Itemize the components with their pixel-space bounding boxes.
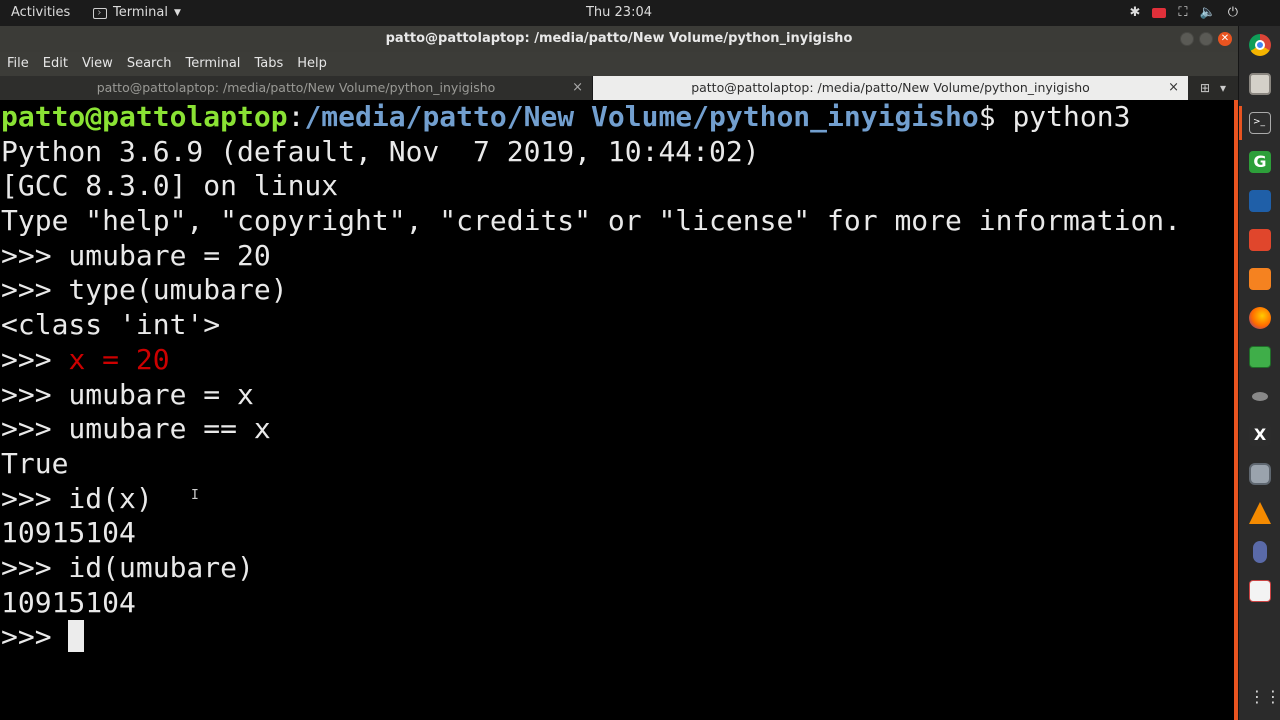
ibeam-cursor-icon: I — [191, 488, 199, 503]
terminal-output[interactable]: patto@pattolaptop:/media/patto/New Volum… — [0, 100, 1234, 720]
output-line: [GCC 8.3.0] on linux — [1, 169, 339, 203]
output-line: 10915104 — [1, 516, 136, 550]
gedit-icon[interactable]: G — [1249, 151, 1271, 173]
menu-search[interactable]: Search — [120, 52, 179, 76]
close-window-button[interactable]: ✕ — [1218, 32, 1232, 46]
output-line: >>> umubare = 20 — [1, 238, 271, 272]
window-controls: ✕ — [1180, 32, 1232, 46]
output-line: >>> id(umubare) — [1, 550, 254, 584]
prompt-line: patto@pattolaptop:/media/patto/New Volum… — [0, 100, 1234, 135]
prompt-separator: : — [287, 100, 305, 133]
output-line: True — [1, 446, 69, 480]
menu-terminal[interactable]: Terminal — [178, 52, 247, 76]
close-icon[interactable]: × — [572, 76, 583, 100]
whiteboard-icon[interactable] — [1249, 580, 1271, 602]
prompt-command: $ python3 — [978, 100, 1131, 133]
microphone-icon[interactable] — [1253, 541, 1267, 563]
clock[interactable]: Thu 23:04 — [0, 0, 1238, 26]
x-app-icon[interactable]: X — [1249, 424, 1271, 446]
volume-icon[interactable]: 🔈 — [1200, 0, 1216, 26]
prompt-path: /media/patto/New Volume/python_inyigisho — [304, 100, 979, 133]
output-line: Type "help", "copyright", "credits" or "… — [1, 204, 1182, 238]
repl-prompt: >>> — [1, 342, 69, 376]
package-icon[interactable] — [1249, 229, 1271, 251]
menu-view[interactable]: View — [75, 52, 120, 76]
maximize-button[interactable] — [1199, 32, 1213, 46]
app-grid-icon[interactable]: ⋮⋮⋮ — [1249, 686, 1280, 708]
camera-icon[interactable] — [1249, 463, 1271, 485]
menu-bar: File Edit View Search Terminal Tabs Help — [0, 52, 1238, 76]
close-icon[interactable]: × — [1168, 76, 1179, 100]
repl-prompt: >>> — [1, 620, 69, 654]
power-icon[interactable]: ⏻ — [1228, 0, 1238, 26]
firefox-icon[interactable] — [1249, 307, 1271, 329]
menu-edit[interactable]: Edit — [36, 52, 75, 76]
menu-help[interactable]: Help — [290, 52, 334, 76]
tab-1[interactable]: patto@pattolaptop: /media/patto/New Volu… — [0, 76, 593, 100]
output-line: >>> id(x) — [1, 481, 153, 515]
tab-bar: patto@pattolaptop: /media/patto/New Volu… — [0, 76, 1238, 100]
tab-actions: ⊞ ▾ — [1188, 76, 1238, 100]
tab-2[interactable]: patto@pattolaptop: /media/patto/New Volu… — [593, 76, 1188, 100]
prompt-user: patto@pattolaptop — [1, 100, 288, 133]
highlighted-line: >>> x = 20 — [0, 343, 1234, 378]
chrome-icon[interactable] — [1249, 34, 1271, 56]
active-indicator — [1239, 106, 1242, 140]
output-line: Python 3.6.9 (default, Nov 7 2019, 10:44… — [1, 134, 777, 168]
network-icon[interactable]: ⛶ — [1178, 0, 1187, 26]
text-cursor — [68, 620, 85, 653]
screen-record-icon[interactable] — [1152, 8, 1167, 18]
bluetooth-icon[interactable]: ✱ — [1130, 0, 1141, 26]
window-title: patto@pattolaptop: /media/patto/New Volu… — [385, 31, 853, 46]
input-line[interactable]: >>> — [0, 620, 1234, 655]
top-bar: Activities Terminal ▼ Thu 23:04 ✱ ⛶ 🔈 ⏻ — [0, 0, 1280, 26]
menu-file[interactable]: File — [0, 52, 36, 76]
window-title-bar[interactable]: patto@pattolaptop: /media/patto/New Volu… — [0, 26, 1238, 52]
highlighted-code: x = 20 — [68, 342, 170, 376]
virtualbox-icon[interactable] — [1249, 190, 1271, 212]
eye-icon[interactable] — [1249, 385, 1271, 407]
output-line: >>> type(umubare) — [1, 273, 288, 307]
minimize-button[interactable] — [1180, 32, 1194, 46]
dock: >_ G X ⋮⋮⋮ — [1238, 26, 1280, 720]
terminal-app-icon[interactable]: >_ — [1249, 112, 1271, 134]
vlc-icon[interactable] — [1249, 502, 1271, 524]
chevron-down-icon[interactable]: ▾ — [1220, 81, 1226, 95]
spreadsheet-icon[interactable] — [1249, 346, 1271, 368]
tab-2-label: patto@pattolaptop: /media/patto/New Volu… — [691, 80, 1090, 95]
menu-tabs[interactable]: Tabs — [247, 52, 290, 76]
sublime-text-icon[interactable] — [1249, 268, 1271, 290]
output-line: >>> umubare == x — [1, 412, 271, 446]
files-icon[interactable] — [1249, 73, 1271, 95]
new-tab-icon[interactable]: ⊞ — [1200, 81, 1210, 95]
output-line: >>> umubare = x — [1, 377, 254, 411]
output-line: 10915104 — [1, 585, 136, 619]
output-line: <class 'int'> — [1, 308, 221, 342]
tab-1-label: patto@pattolaptop: /media/patto/New Volu… — [96, 80, 496, 95]
system-tray[interactable]: ✱ ⛶ 🔈 ⏻ — [1130, 0, 1239, 26]
